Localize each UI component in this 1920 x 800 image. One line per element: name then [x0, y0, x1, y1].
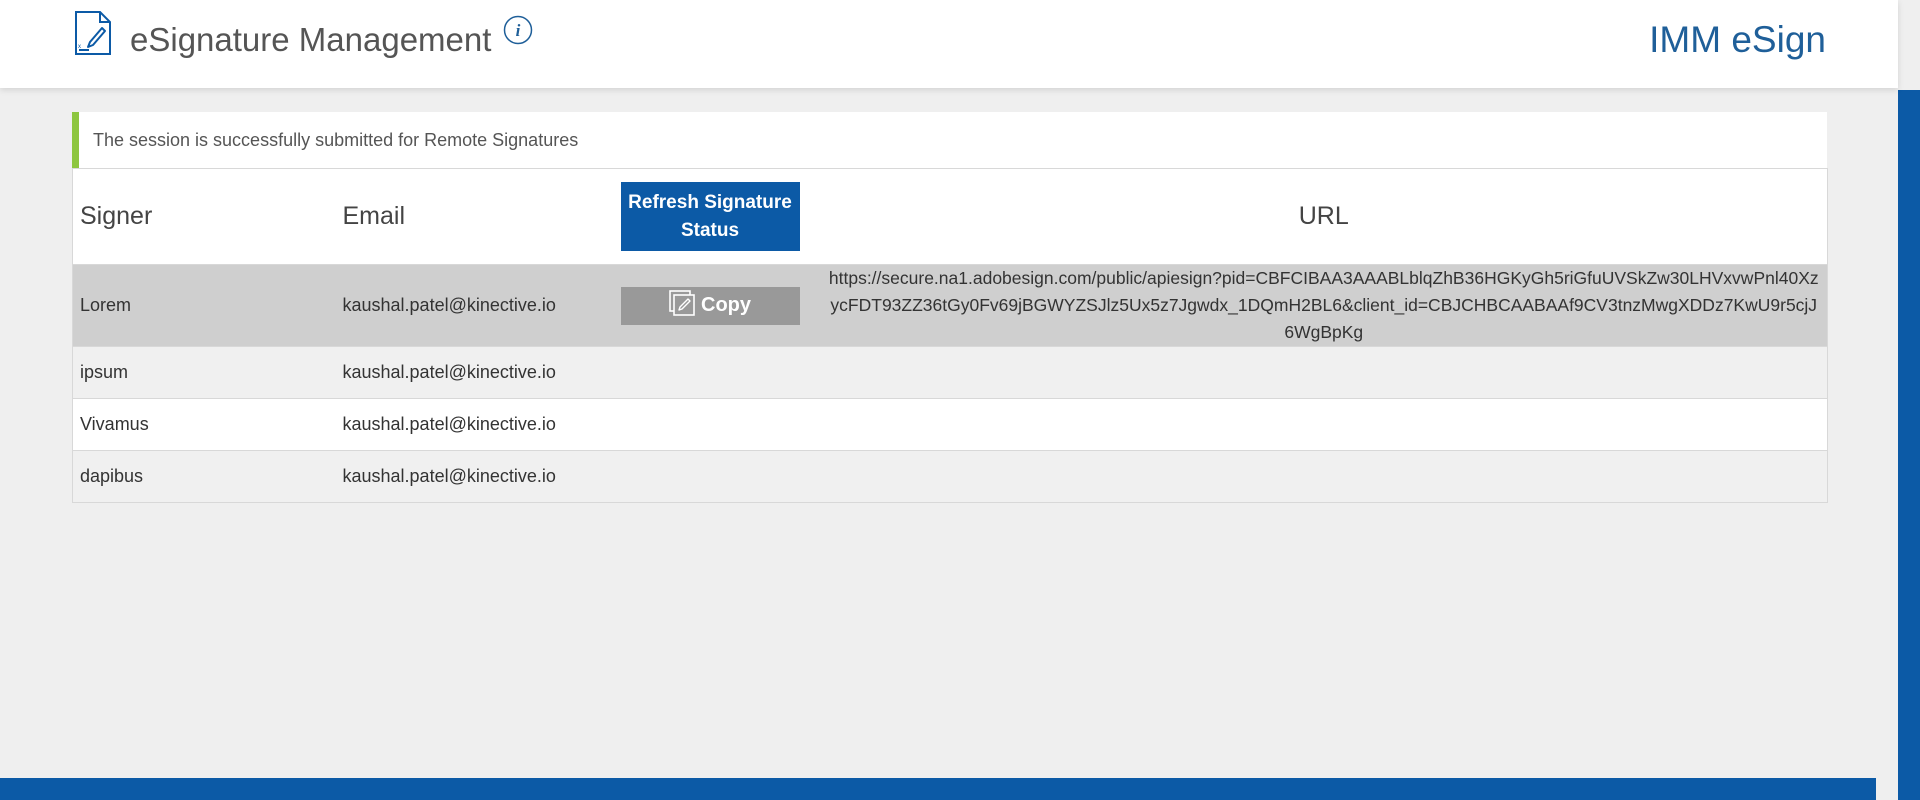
document-signature-icon: x: [75, 11, 111, 55]
url-cell: [820, 346, 1828, 399]
url-cell: [820, 450, 1828, 503]
refresh-signature-status-button[interactable]: Refresh Signature Status: [620, 182, 800, 251]
action-cell: [620, 398, 821, 451]
brand-name: IMM eSign: [1649, 19, 1826, 60]
success-alert: The session is successfully submitted fo…: [72, 112, 1827, 168]
footer-bar: [0, 778, 1876, 800]
signers-table: Signer Email Refresh Signature Status UR…: [72, 168, 1828, 503]
copy-icon: [669, 289, 695, 316]
signer-cell: Lorem: [72, 264, 336, 347]
action-cell: Copy: [620, 264, 821, 347]
alert-message: The session is successfully submitted fo…: [93, 130, 579, 150]
url-cell: [820, 398, 1828, 451]
app-header: x eSignature Management i IMM eSign: [0, 0, 1898, 88]
table-row[interactable]: dapibus kaushal.patel@kinective.io: [72, 450, 1828, 503]
signer-cell: ipsum: [72, 346, 336, 399]
svg-text:i: i: [516, 21, 521, 40]
info-icon[interactable]: i: [503, 15, 533, 45]
right-edge-bar: [1898, 90, 1920, 800]
action-cell: [620, 450, 821, 503]
table-header-row: Signer Email Refresh Signature Status UR…: [72, 168, 1828, 265]
column-header-email: Email: [342, 202, 406, 230]
action-cell: [620, 346, 821, 399]
column-header-action: Refresh Signature Status: [620, 169, 821, 265]
svg-text:x: x: [78, 44, 81, 50]
table-row[interactable]: ipsum kaushal.patel@kinective.io: [72, 346, 1828, 399]
email-cell: kaushal.patel@kinective.io: [335, 346, 621, 399]
column-header-signer: Signer: [80, 202, 153, 230]
email-cell: kaushal.patel@kinective.io: [335, 264, 621, 347]
table-row[interactable]: Lorem kaushal.patel@kinective.io Copy ht…: [72, 264, 1828, 347]
email-cell: kaushal.patel@kinective.io: [335, 398, 621, 451]
copy-button-label: Copy: [701, 294, 751, 316]
page-title: eSignature Management: [130, 21, 492, 58]
copy-url-button[interactable]: Copy: [620, 286, 800, 325]
email-cell: kaushal.patel@kinective.io: [335, 450, 621, 503]
column-header-url: URL: [1298, 202, 1349, 230]
table-row[interactable]: Vivamus kaushal.patel@kinective.io: [72, 398, 1828, 451]
signer-cell: dapibus: [72, 450, 336, 503]
url-cell: https://secure.na1.adobesign.com/public/…: [820, 264, 1828, 347]
signer-cell: Vivamus: [72, 398, 336, 451]
